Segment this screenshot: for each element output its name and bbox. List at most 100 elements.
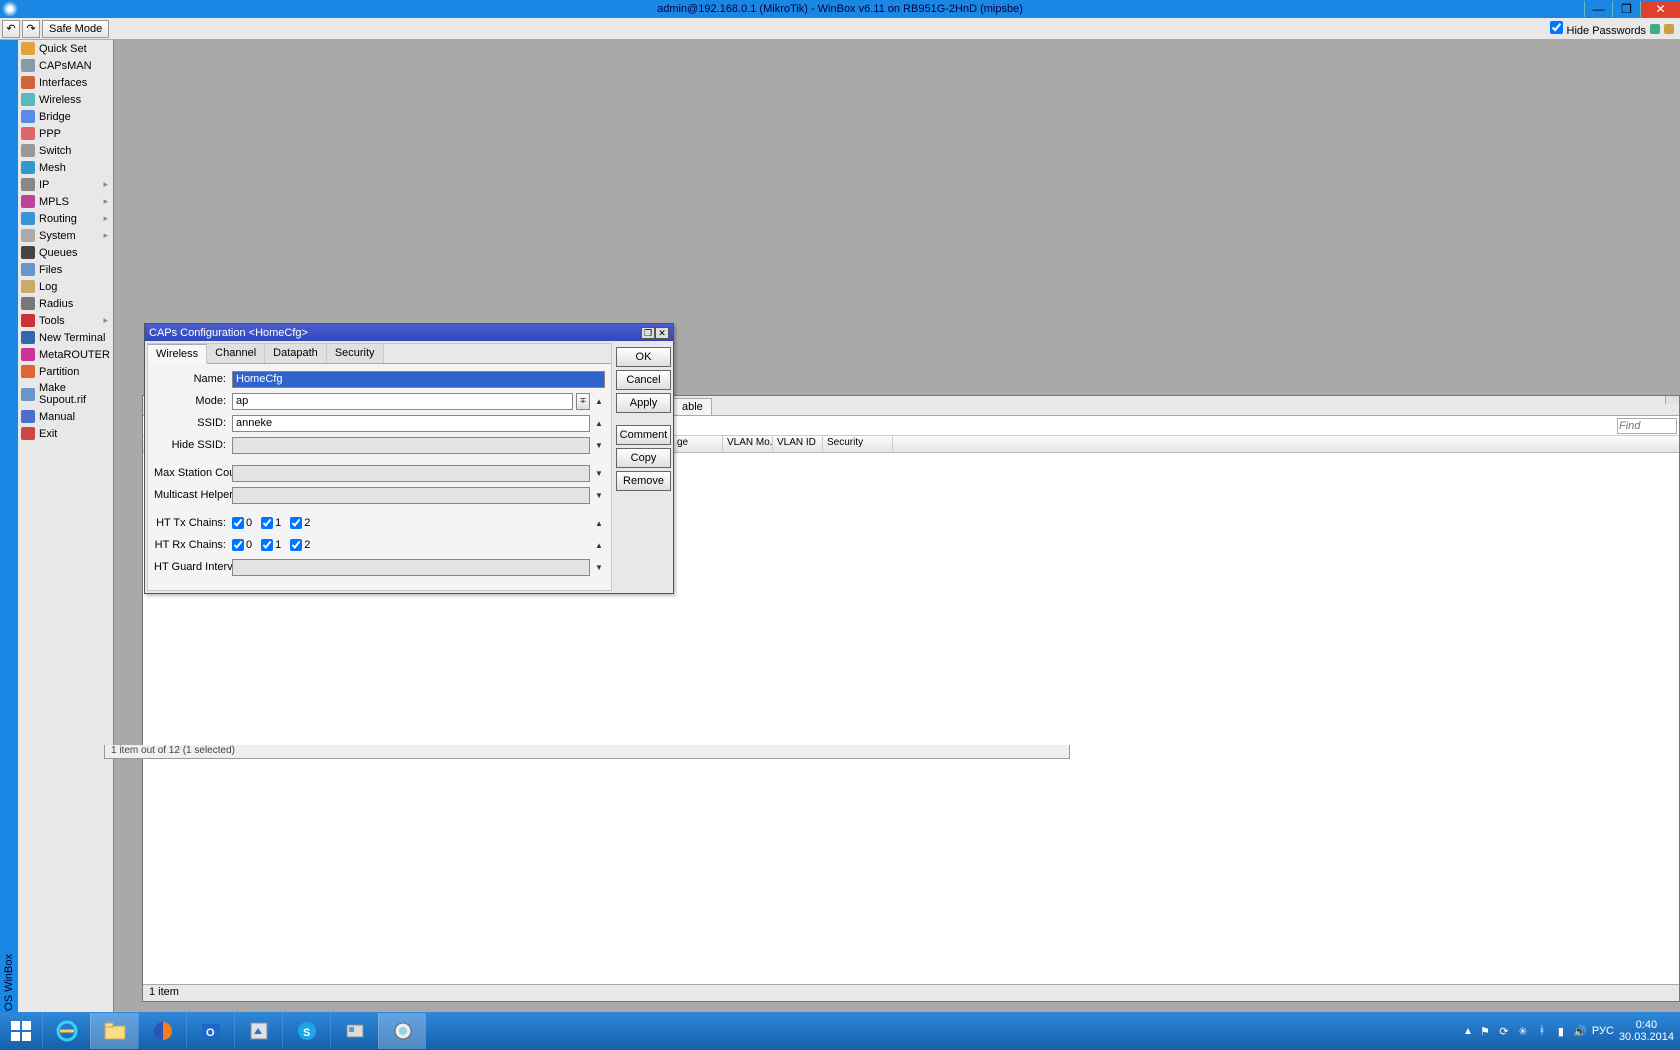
- tray-lang[interactable]: РУС: [1592, 1025, 1614, 1037]
- sidebar-item-queues[interactable]: Queues: [18, 244, 113, 261]
- expand-icon[interactable]: ▼: [593, 441, 605, 450]
- sidebar-item-metarouter[interactable]: MetaROUTER: [18, 346, 113, 363]
- lock-icon: [1664, 24, 1674, 34]
- tray-flag-icon[interactable]: ⚑: [1478, 1024, 1492, 1038]
- expand-icon[interactable]: ▼: [593, 469, 605, 478]
- apply-button[interactable]: Apply: [616, 393, 671, 413]
- httx-1-check[interactable]: [261, 517, 273, 529]
- ssid-input[interactable]: [232, 415, 590, 432]
- tray-volume-icon[interactable]: 🔊: [1573, 1024, 1587, 1038]
- htrx-1-check[interactable]: [261, 539, 273, 551]
- cancel-button[interactable]: Cancel: [616, 370, 671, 390]
- tab-datapath[interactable]: Datapath: [265, 344, 327, 363]
- sidebar-item-partition[interactable]: Partition: [18, 363, 113, 380]
- submenu-arrow-icon: ▸: [103, 179, 110, 190]
- tab-wireless[interactable]: Wireless: [148, 344, 207, 364]
- hide-passwords-check[interactable]: Hide Passwords: [1550, 21, 1646, 37]
- sidebar-item-quick-set[interactable]: Quick Set: [18, 40, 113, 57]
- sidebar-item-make-supout.rif[interactable]: Make Supout.rif: [18, 380, 113, 408]
- sidebar-item-mesh[interactable]: Mesh: [18, 159, 113, 176]
- sidebar-item-radius[interactable]: Radius: [18, 295, 113, 312]
- scrollbar-stub[interactable]: [1665, 396, 1679, 404]
- column-header[interactable]: ge: [673, 436, 723, 452]
- dialog-titlebar[interactable]: CAPs Configuration <HomeCfg> ❐ ✕: [145, 324, 673, 341]
- tray-clock[interactable]: 0:40 30.03.2014: [1619, 1019, 1674, 1043]
- htgi-input[interactable]: [232, 559, 590, 576]
- app-toolbar: ↶ ↷ Safe Mode Hide Passwords: [0, 18, 1680, 40]
- start-button[interactable]: [0, 1012, 42, 1050]
- mcast-input[interactable]: [232, 487, 590, 504]
- tab-security[interactable]: Security: [327, 344, 384, 363]
- taskbar-app2-icon[interactable]: [330, 1013, 378, 1049]
- collapse-icon[interactable]: ▲: [593, 519, 605, 528]
- httx-2-check[interactable]: [290, 517, 302, 529]
- tray-overflow-icon[interactable]: ▲: [1463, 1026, 1473, 1037]
- sidebar-item-routing[interactable]: Routing▸: [18, 210, 113, 227]
- bg-tab-fragment[interactable]: able: [673, 398, 712, 415]
- expand-icon[interactable]: ▼: [593, 563, 605, 572]
- dialog-maximize-button[interactable]: ❐: [641, 327, 655, 339]
- dialog-tabs: WirelessChannelDatapathSecurity: [148, 344, 611, 364]
- sidebar-item-wireless[interactable]: Wireless: [18, 91, 113, 108]
- remove-button[interactable]: Remove: [616, 471, 671, 491]
- taskbar-outlook-icon[interactable]: O: [186, 1013, 234, 1049]
- sidebar-item-manual[interactable]: Manual: [18, 408, 113, 425]
- sidebar-item-log[interactable]: Log: [18, 278, 113, 295]
- tray-sync-icon[interactable]: ⟳: [1497, 1024, 1511, 1038]
- close-button[interactable]: ✕: [1640, 1, 1680, 17]
- minimize-button[interactable]: —: [1584, 1, 1612, 17]
- sidebar-item-exit[interactable]: Exit: [18, 425, 113, 442]
- sidebar-item-files[interactable]: Files: [18, 261, 113, 278]
- sidebar-item-tools[interactable]: Tools▸: [18, 312, 113, 329]
- ok-button[interactable]: OK: [616, 347, 671, 367]
- tray-bt-icon[interactable]: ᚼ: [1535, 1024, 1549, 1038]
- collapse-icon[interactable]: ▲: [593, 419, 605, 428]
- copy-button[interactable]: Copy: [616, 448, 671, 468]
- sidebar-item-label: Manual: [39, 411, 75, 423]
- taskbar-explorer-icon[interactable]: [90, 1013, 138, 1049]
- dialog-close-button[interactable]: ✕: [655, 327, 669, 339]
- collapse-icon[interactable]: ▲: [593, 397, 605, 406]
- find-input[interactable]: [1617, 418, 1677, 434]
- htrx-2-check[interactable]: [290, 539, 302, 551]
- tray-wifi-icon[interactable]: ▮: [1554, 1024, 1568, 1038]
- sidebar-item-capsman[interactable]: CAPsMAN: [18, 57, 113, 74]
- collapse-icon[interactable]: ▲: [593, 541, 605, 550]
- sidebar-item-ip[interactable]: IP▸: [18, 176, 113, 193]
- safe-mode-button[interactable]: Safe Mode: [42, 20, 109, 38]
- undo-button[interactable]: ↶: [2, 20, 20, 38]
- menu-icon: [21, 212, 35, 225]
- sidebar-item-interfaces[interactable]: Interfaces: [18, 74, 113, 91]
- vertical-tab[interactable]: RouterOS WinBox: [0, 40, 18, 1050]
- main-area: RouterOS WinBox Quick SetCAPsMANInterfac…: [0, 40, 1680, 1050]
- column-header[interactable]: Security: [823, 436, 893, 452]
- sidebar-item-ppp[interactable]: PPP: [18, 125, 113, 142]
- taskbar-firefox-icon[interactable]: [138, 1013, 186, 1049]
- maxsta-input[interactable]: [232, 465, 590, 482]
- column-header[interactable]: VLAN Mo...: [723, 436, 773, 452]
- taskbar-app-icon[interactable]: [234, 1013, 282, 1049]
- mode-input[interactable]: [232, 393, 573, 410]
- hide-ssid-label: Hide SSID:: [154, 439, 232, 451]
- sidebar-item-mpls[interactable]: MPLS▸: [18, 193, 113, 210]
- tab-channel[interactable]: Channel: [207, 344, 265, 363]
- sidebar-item-system[interactable]: System▸: [18, 227, 113, 244]
- redo-button[interactable]: ↷: [22, 20, 40, 38]
- maximize-button[interactable]: ❐: [1612, 1, 1640, 17]
- sidebar-item-new-terminal[interactable]: New Terminal: [18, 329, 113, 346]
- tray-network-icon[interactable]: ✳: [1516, 1024, 1530, 1038]
- taskbar-ie-icon[interactable]: [42, 1013, 90, 1049]
- taskbar-skype-icon[interactable]: S: [282, 1013, 330, 1049]
- comment-button[interactable]: Comment: [616, 425, 671, 445]
- column-header[interactable]: VLAN ID: [773, 436, 823, 452]
- hide-ssid-input[interactable]: [232, 437, 590, 454]
- name-input[interactable]: [232, 371, 605, 388]
- sidebar-item-switch[interactable]: Switch: [18, 142, 113, 159]
- expand-icon[interactable]: ▼: [593, 491, 605, 500]
- sidebar-item-label: New Terminal: [39, 332, 105, 344]
- sidebar-item-bridge[interactable]: Bridge: [18, 108, 113, 125]
- htrx-0-check[interactable]: [232, 539, 244, 551]
- mode-dropdown-button[interactable]: ∓: [576, 393, 590, 410]
- taskbar-winbox-icon[interactable]: [378, 1013, 426, 1049]
- httx-0-check[interactable]: [232, 517, 244, 529]
